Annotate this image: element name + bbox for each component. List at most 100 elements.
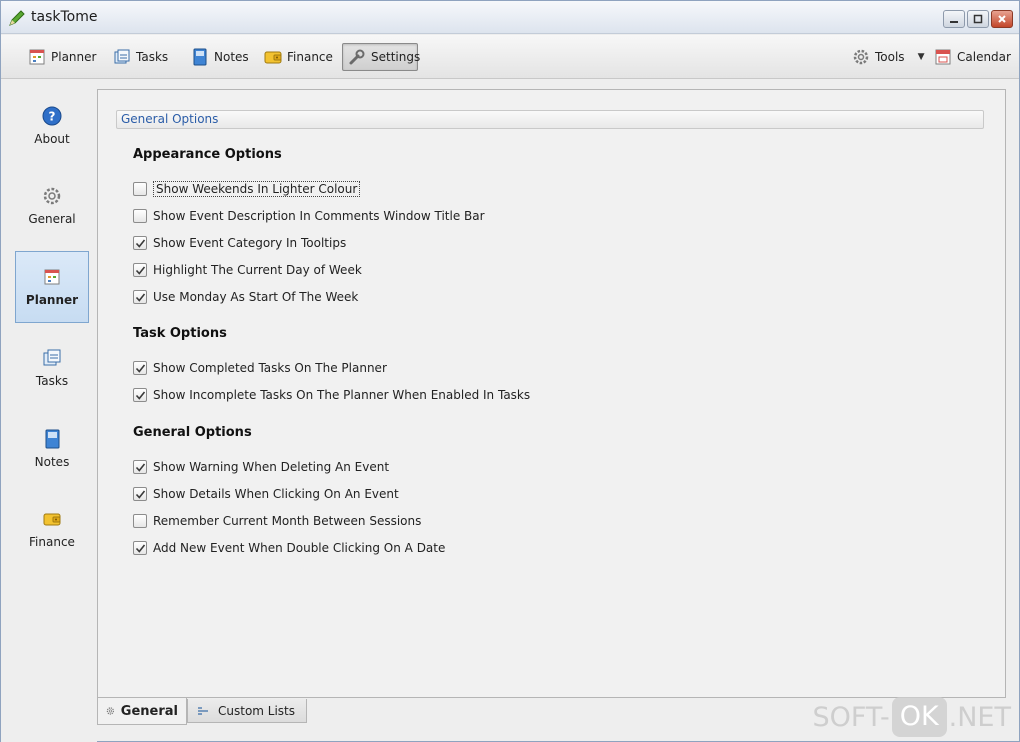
group-title-general: General Options — [133, 425, 252, 440]
minimize-icon — [950, 21, 958, 23]
option-label: Show Event Description In Comments Windo… — [153, 209, 485, 223]
window-controls — [943, 10, 1013, 28]
svg-text:?: ? — [49, 110, 56, 124]
checkmark-icon — [135, 463, 145, 472]
option-warn-delete-event[interactable]: Show Warning When Deleting An Event — [133, 458, 389, 476]
option-label: Show Completed Tasks On The Planner — [153, 361, 387, 375]
checkbox[interactable] — [133, 514, 147, 528]
option-label: Show Warning When Deleting An Event — [153, 460, 390, 474]
checkbox-checked[interactable] — [133, 361, 147, 375]
notes-icon — [45, 429, 60, 449]
planner-icon — [44, 269, 60, 285]
close-button[interactable] — [991, 10, 1013, 28]
tools-menu-label: Tools — [875, 50, 905, 64]
calendar-toolbar-label: Calendar — [957, 50, 1011, 64]
option-label: Show Weekends In Lighter Colour — [153, 181, 361, 197]
sidebar-item-about[interactable]: ? About — [15, 90, 89, 162]
option-highlight-current-day[interactable]: Highlight The Current Day of Week — [133, 261, 362, 279]
options-panel: General Options Appearance Options Show … — [97, 89, 1006, 698]
option-label: Highlight The Current Day of Week — [153, 263, 362, 277]
option-remember-month[interactable]: Remember Current Month Between Sessions — [133, 512, 421, 530]
checkbox-checked[interactable] — [133, 460, 147, 474]
minimize-button[interactable] — [943, 10, 965, 28]
tab-custom-lists[interactable]: Custom Lists — [187, 699, 307, 723]
sidebar-item-planner[interactable]: Planner — [15, 251, 89, 323]
option-show-incomplete-tasks[interactable]: Show Incomplete Tasks On The Planner Whe… — [133, 386, 530, 404]
checkmark-icon — [135, 266, 145, 275]
option-show-details-click[interactable]: Show Details When Clicking On An Event — [133, 485, 399, 503]
checkbox-checked[interactable] — [133, 541, 147, 555]
option-label: Show Incomplete Tasks On The Planner Whe… — [153, 388, 531, 402]
wallet-icon — [264, 51, 282, 64]
group-title-appearance: Appearance Options — [133, 147, 282, 162]
checkmark-icon — [135, 293, 145, 302]
wallet-icon — [43, 513, 61, 526]
chevron-down-icon: ▼ — [917, 52, 925, 62]
watermark-left: SOFT- — [812, 701, 890, 733]
sidebar-item-label: Planner — [25, 293, 79, 307]
sidebar-item-general[interactable]: General — [15, 170, 89, 242]
checkbox[interactable] — [133, 182, 147, 196]
sidebar-item-finance[interactable]: Finance — [15, 493, 89, 565]
sidebar-item-label: Tasks — [35, 374, 69, 388]
gear-icon — [853, 49, 869, 65]
finance-toolbar-button[interactable]: Finance — [259, 43, 338, 71]
checkbox-checked[interactable] — [133, 290, 147, 304]
option-show-event-description[interactable]: Show Event Description In Comments Windo… — [133, 207, 485, 225]
tools-menu-button[interactable]: Tools ▼ — [847, 43, 929, 71]
gear-icon — [106, 707, 115, 715]
watermark: SOFT- OK .NET — [812, 697, 1011, 737]
sidebar-item-notes[interactable]: Notes — [15, 413, 89, 485]
tasks-toolbar-label: Tasks — [136, 50, 169, 64]
tasks-icon — [43, 349, 61, 366]
sidebar-item-tasks[interactable]: Tasks — [15, 332, 89, 404]
checkmark-icon — [135, 239, 145, 248]
checkbox-checked[interactable] — [133, 236, 147, 250]
pencil-icon — [9, 10, 25, 26]
help-icon: ? — [42, 106, 62, 126]
gear-icon — [43, 187, 61, 205]
finance-toolbar-label: Finance — [287, 50, 333, 64]
planner-toolbar-button[interactable]: Planner — [23, 43, 101, 71]
settings-toolbar-button[interactable]: Settings — [342, 43, 421, 71]
sidebar-item-label: About — [34, 132, 70, 146]
bottom-tabs: General Custom Lists — [97, 698, 397, 726]
tab-label: General — [120, 703, 178, 719]
notes-toolbar-button[interactable]: Notes — [186, 43, 254, 71]
settings-toolbar-label: Settings — [371, 50, 421, 64]
checkbox-checked[interactable] — [133, 263, 147, 277]
sidebar-item-label: General — [28, 212, 76, 226]
checkbox-checked[interactable] — [133, 388, 147, 402]
checkmark-icon — [135, 544, 145, 553]
option-label: Show Event Category In Tooltips — [153, 236, 347, 250]
option-label: Remember Current Month Between Sessions — [153, 514, 422, 528]
wrench-icon — [349, 49, 365, 65]
window-title: taskTome — [31, 9, 98, 25]
option-show-completed-tasks[interactable]: Show Completed Tasks On The Planner — [133, 359, 387, 377]
checkmark-icon — [135, 391, 145, 400]
option-double-click-new-event[interactable]: Add New Event When Double Clicking On A … — [133, 539, 445, 557]
checkbox-checked[interactable] — [133, 487, 147, 501]
settings-sidebar: ? About General Planner Tasks Notes Fina… — [1, 80, 97, 742]
tasks-icon — [114, 49, 130, 64]
maximize-button[interactable] — [967, 10, 989, 28]
tasks-toolbar-button[interactable]: Tasks — [108, 43, 173, 71]
checkmark-icon — [135, 364, 145, 373]
sidebar-item-label: Finance — [29, 535, 75, 549]
option-show-weekends-lighter[interactable]: Show Weekends In Lighter Colour — [133, 180, 361, 198]
sidebar-item-label: Notes — [34, 455, 70, 469]
notes-toolbar-label: Notes — [214, 50, 249, 64]
close-icon — [998, 15, 1006, 23]
calendar-toolbar-button[interactable]: Calendar — [929, 43, 1016, 71]
planner-icon — [29, 49, 45, 65]
group-title-task: Task Options — [133, 326, 227, 341]
option-show-event-category[interactable]: Show Event Category In Tooltips — [133, 234, 346, 252]
planner-toolbar-label: Planner — [51, 50, 97, 64]
checkbox[interactable] — [133, 209, 147, 223]
main-toolbar: Planner Tasks Notes Finance Settings Too… — [1, 35, 1019, 79]
list-icon — [198, 706, 208, 715]
calendar-icon — [935, 49, 951, 65]
tab-general[interactable]: General — [97, 698, 187, 725]
option-monday-week-start[interactable]: Use Monday As Start Of The Week — [133, 288, 358, 306]
watermark-right: .NET — [948, 701, 1011, 733]
